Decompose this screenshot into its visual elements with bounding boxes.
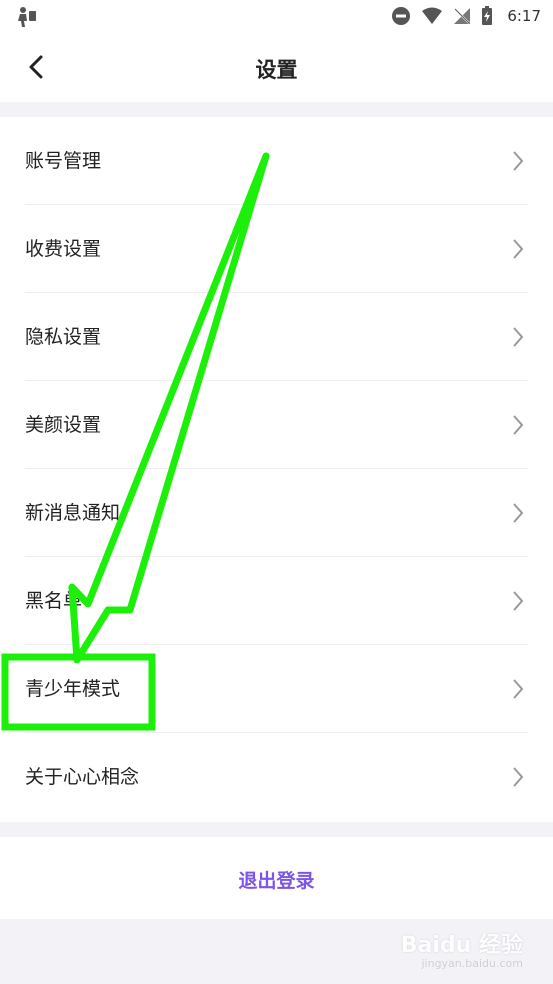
settings-item-blacklist[interactable]: 黑名单 <box>0 557 553 645</box>
settings-item-account[interactable]: 账号管理 <box>0 117 553 205</box>
chevron-right-icon <box>513 591 524 611</box>
settings-item-notifications[interactable]: 新消息通知 <box>0 469 553 557</box>
figure-icon <box>18 7 36 27</box>
battery-charging-icon <box>482 6 493 25</box>
settings-item-label: 美颜设置 <box>25 414 102 436</box>
no-signal-icon <box>454 8 471 24</box>
wifi-icon <box>422 7 443 24</box>
chevron-right-icon <box>513 415 524 435</box>
settings-item-about[interactable]: 关于心心相念 <box>0 733 553 821</box>
chevron-right-icon <box>513 239 524 259</box>
chevron-right-icon <box>513 767 524 787</box>
settings-list: 账号管理 收费设置 隐私设置 美颜设置 新消息通知 黑名单 青少年模式 关于心心… <box>0 117 553 822</box>
settings-item-label: 青少年模式 <box>25 678 121 700</box>
chevron-right-icon <box>513 151 524 171</box>
settings-item-teen-mode[interactable]: 青少年模式 <box>0 645 553 733</box>
chevron-right-icon <box>513 679 524 699</box>
logout-button[interactable]: 退出登录 <box>0 837 553 919</box>
chevron-right-icon <box>513 503 524 523</box>
watermark: Baidu 经验 jingyan.baidu.com <box>401 927 523 970</box>
settings-item-privacy[interactable]: 隐私设置 <box>0 293 553 381</box>
settings-item-label: 新消息通知 <box>25 502 121 524</box>
settings-item-beauty[interactable]: 美颜设置 <box>0 381 553 469</box>
settings-item-label: 隐私设置 <box>25 326 102 348</box>
watermark-main: Baidu 经验 <box>400 933 523 958</box>
dnd-icon <box>392 7 411 25</box>
settings-item-label: 关于心心相念 <box>25 766 140 788</box>
settings-item-fees[interactable]: 收费设置 <box>0 205 553 293</box>
status-time: 6:17 <box>507 7 541 25</box>
settings-item-label: 账号管理 <box>25 150 102 172</box>
settings-item-label: 收费设置 <box>25 238 102 260</box>
settings-item-label: 黑名单 <box>25 590 83 612</box>
header: 设置 <box>0 34 553 102</box>
logout-label: 退出登录 <box>238 870 315 892</box>
page-title: 设置 <box>255 58 298 82</box>
status-bar: 6:17 <box>0 0 553 34</box>
chevron-right-icon <box>513 327 524 347</box>
